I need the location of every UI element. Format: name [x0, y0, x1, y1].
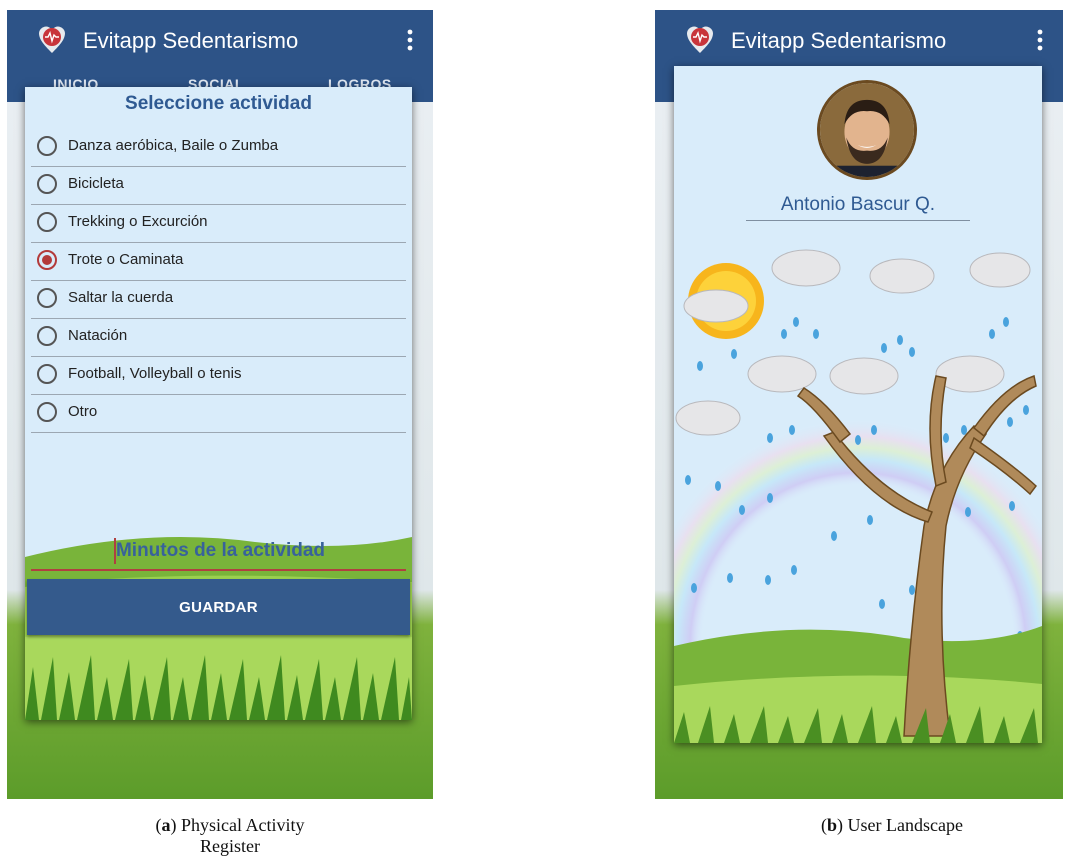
- activity-option[interactable]: Bicicleta: [31, 166, 406, 205]
- radio-selected-icon[interactable]: [37, 250, 57, 270]
- activity-option-label: Trekking o Excurción: [68, 213, 208, 230]
- activity-option-label: Trote o Caminata: [68, 251, 184, 268]
- overflow-menu-icon[interactable]: [407, 28, 413, 52]
- caption-b-letter: b: [827, 815, 838, 835]
- heart-logo-icon: [687, 26, 713, 53]
- app-title: Evitapp Sedentarismo: [83, 28, 299, 53]
- activity-option-label: Danza aeróbica, Baile o Zumba: [68, 137, 279, 154]
- activity-option-label: Saltar la cuerda: [68, 289, 174, 306]
- figure-caption-a: (a) Physical Activity Register: [155, 815, 305, 856]
- activity-option[interactable]: Otro: [31, 394, 406, 433]
- activity-option-label: Football, Volleyball o tenis: [68, 365, 242, 382]
- radio-unselected-icon[interactable]: [37, 212, 57, 232]
- activity-option-label: Bicicleta: [68, 175, 124, 192]
- radio-unselected-icon[interactable]: [37, 136, 57, 156]
- activity-option[interactable]: Trote o Caminata: [31, 242, 406, 281]
- user-name: Antonio Bascur Q.: [746, 194, 970, 221]
- caption-a-text: Physical Activity Register: [181, 815, 305, 856]
- minutes-field[interactable]: [31, 533, 410, 571]
- minutes-input[interactable]: [31, 533, 410, 569]
- radio-unselected-icon[interactable]: [37, 326, 57, 346]
- activity-option[interactable]: Danza aeróbica, Baile o Zumba: [31, 128, 406, 167]
- weather-landscape-illustration: [674, 249, 1042, 743]
- app-title: Evitapp Sedentarismo: [731, 28, 947, 53]
- overflow-menu-icon[interactable]: [1037, 28, 1043, 52]
- caption-b-text: User Landscape: [847, 815, 963, 835]
- phone-screen-user-landscape: Evitapp Sedentarismo Antonio Bascur Q.: [655, 10, 1063, 799]
- phone-screen-activity-register: Evitapp Sedentarismo INICIO SOCIAL LOGRO…: [7, 10, 433, 799]
- activity-option[interactable]: Football, Volleyball o tenis: [31, 356, 406, 395]
- radio-unselected-icon[interactable]: [37, 288, 57, 308]
- save-button[interactable]: GUARDAR: [27, 579, 410, 635]
- user-photo-icon: [820, 83, 914, 177]
- avatar: [817, 80, 917, 180]
- select-activity-dialog: Seleccione actividad Danza aeróbica, Bai…: [25, 87, 412, 720]
- text-cursor: [114, 538, 116, 564]
- radio-unselected-icon[interactable]: [37, 402, 57, 422]
- heart-logo-icon: [39, 26, 65, 53]
- figure-caption-b: (b) User Landscape: [821, 815, 963, 835]
- activity-option-label: Otro: [68, 403, 98, 420]
- dialog-title: Seleccione actividad: [125, 93, 312, 114]
- activity-option[interactable]: Trekking o Excurción: [31, 204, 406, 243]
- radio-unselected-icon[interactable]: [37, 174, 57, 194]
- user-landscape-dialog: Antonio Bascur Q.: [674, 66, 1042, 743]
- activity-option[interactable]: Natación: [31, 318, 406, 357]
- caption-a-letter: a: [161, 815, 171, 835]
- radio-unselected-icon[interactable]: [37, 364, 57, 384]
- activity-option[interactable]: Saltar la cuerda: [31, 280, 406, 319]
- activity-option-label: Natación: [68, 327, 128, 344]
